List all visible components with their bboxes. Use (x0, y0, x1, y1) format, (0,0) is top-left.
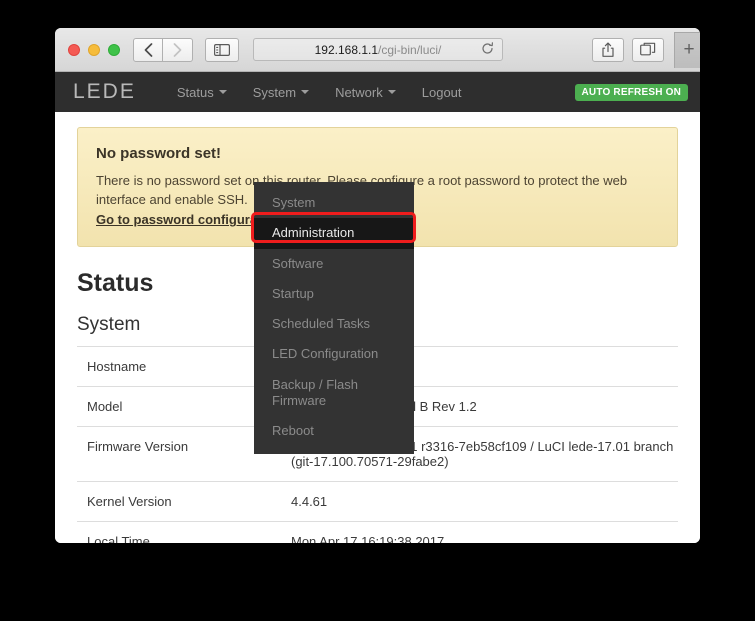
menu-item-backup-flash-firmware[interactable]: Backup / Flash Firmware (254, 370, 414, 417)
nav-item-system-label: System (252, 84, 297, 100)
reload-icon[interactable] (481, 42, 494, 57)
url-text: 192.168.1.1/cgi-bin/luci/ (315, 43, 442, 57)
auto-refresh-badge[interactable]: AUTO REFRESH ON (574, 83, 688, 101)
luci-navbar: LEDE Status System Network Logout AUTO R… (55, 72, 700, 112)
sidebar-icon (214, 43, 230, 56)
menu-item-scheduled-tasks[interactable]: Scheduled Tasks (254, 309, 414, 339)
new-tab-button[interactable]: + (674, 31, 700, 68)
menu-item-led-configuration[interactable]: LED Configuration (254, 339, 414, 369)
menu-item-reboot[interactable]: Reboot (254, 416, 414, 446)
window-controls (68, 43, 120, 56)
nav-item-status[interactable]: Status (164, 75, 240, 110)
luci-page: LEDE Status System Network Logout AUTO R… (55, 72, 700, 543)
chevron-left-icon (144, 42, 152, 57)
sidebar-toggle-button[interactable] (205, 37, 239, 62)
nav-item-logout-label: Logout (421, 84, 462, 100)
nav-item-logout[interactable]: Logout (409, 75, 475, 110)
share-icon (602, 42, 614, 57)
menu-item-administration[interactable]: Administration (254, 218, 414, 249)
back-button[interactable] (133, 37, 163, 62)
nav-item-network-label: Network (335, 84, 383, 100)
url-host: 192.168.1.1 (314, 42, 379, 57)
nav-item-status-label: Status (176, 84, 214, 100)
chevron-right-icon (173, 42, 182, 57)
menu-item-system[interactable]: System (254, 188, 414, 218)
row-value: 4.4.61 (291, 494, 328, 510)
minimize-window-button[interactable] (88, 43, 100, 56)
system-dropdown-menu: System Administration Software Startup S… (254, 182, 414, 455)
nav-item-system[interactable]: System (240, 75, 322, 110)
chevron-down-icon (218, 90, 227, 94)
browser-toolbar: 192.168.1.1/cgi-bin/luci/ + (55, 28, 700, 72)
warning-title: No password set! (96, 145, 222, 162)
url-path: /cgi-bin/luci/ (378, 42, 442, 57)
chevron-down-icon (387, 90, 396, 94)
address-bar[interactable]: 192.168.1.1/cgi-bin/luci/ (253, 38, 503, 61)
row-key: Local Time (87, 534, 150, 543)
show-tabs-button[interactable] (632, 37, 664, 62)
row-value: Mon Apr 17 16:19:38 2017 (291, 534, 445, 543)
table-row: Local Time Mon Apr 17 16:19:38 2017 (77, 521, 678, 543)
table-row: Kernel Version 4.4.61 (77, 481, 678, 522)
menu-item-startup[interactable]: Startup (254, 279, 414, 309)
row-key: Kernel Version (87, 494, 172, 510)
chevron-down-icon (301, 90, 310, 94)
toolbar-right-group: + (584, 31, 700, 68)
nav-item-network[interactable]: Network (322, 75, 409, 110)
browser-window: 192.168.1.1/cgi-bin/luci/ + LEDE Status … (55, 28, 700, 543)
forward-button[interactable] (163, 37, 193, 62)
luci-brand-logo: LEDE (73, 80, 136, 103)
navigation-buttons (133, 37, 193, 62)
share-button[interactable] (592, 37, 624, 62)
zoom-window-button[interactable] (108, 43, 120, 56)
close-window-button[interactable] (68, 43, 80, 56)
menu-item-software[interactable]: Software (254, 249, 414, 279)
tabs-icon (640, 42, 656, 56)
